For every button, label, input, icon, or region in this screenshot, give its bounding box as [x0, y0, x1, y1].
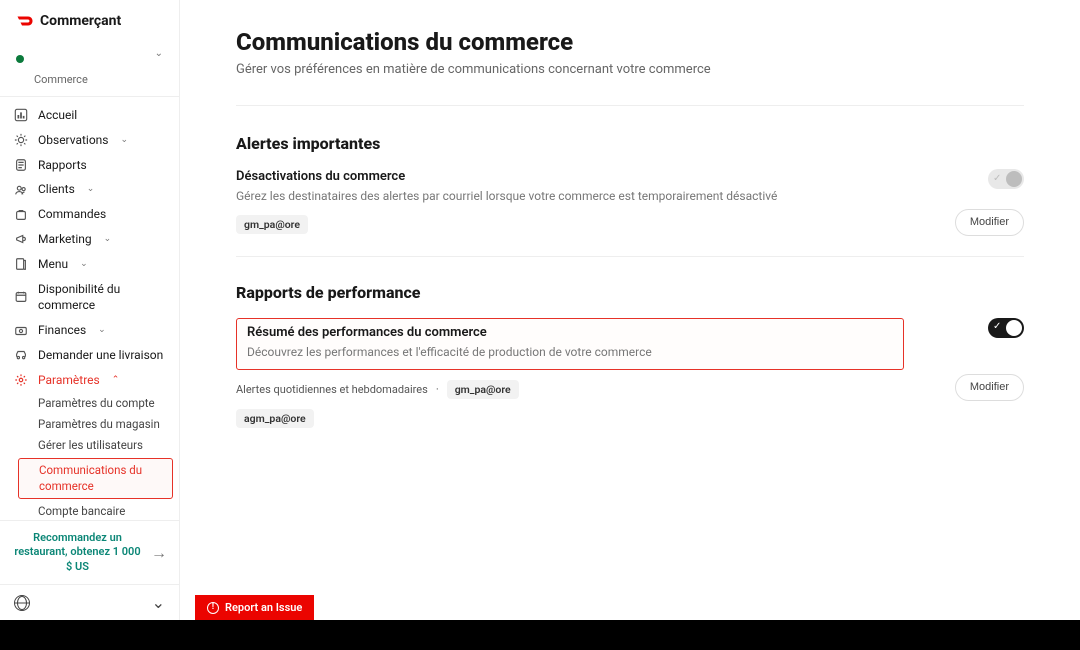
sidebar-item-availability[interactable]: Disponibilité du commerce [0, 277, 179, 319]
nav-label: Clients [38, 181, 75, 198]
referral-text: Recommandez un restaurant, obtenez 1 000… [12, 531, 143, 574]
nav-label: Commandes [38, 206, 106, 223]
chevron-down-icon: ⌄ [155, 48, 163, 59]
chevron-down-icon: ⌄ [104, 233, 112, 246]
finances-icon [14, 324, 28, 338]
email-chip: gm_pa@ore [236, 215, 308, 234]
page-subtitle: Gérer vos préférences en matière de comm… [236, 62, 1024, 77]
brand-logo-icon [16, 12, 34, 30]
separator: · [436, 383, 439, 396]
globe-icon [14, 595, 30, 611]
nav-scroll[interactable]: Accueil Observations ⌄ Rapports Clients … [0, 96, 179, 520]
nav-label: Rapports [38, 157, 87, 174]
check-icon: ✓ [993, 173, 1001, 184]
setting-store-deactivations: Désactivations du commerce Gérez les des… [236, 169, 1024, 205]
sidebar-item-observations[interactable]: Observations ⌄ [0, 128, 179, 153]
sidebar-sub-bank[interactable]: Compte bancaire [0, 501, 179, 521]
nav-label: Marketing [38, 231, 92, 248]
gear-icon [14, 373, 28, 387]
setting-performance-summary: Résumé des performances du commerce Déco… [236, 318, 1024, 370]
toggle-performance-summary[interactable]: ✓ [988, 318, 1024, 338]
toggle-knob [1006, 171, 1022, 187]
bulb-icon [14, 133, 28, 147]
setting-label: Résumé des performances du commerce [247, 325, 893, 340]
divider [236, 105, 1024, 106]
nav-label: Finances [38, 322, 86, 339]
section-title-performance: Rapports de performance [236, 283, 1024, 302]
sidebar-item-marketing[interactable]: Marketing ⌄ [0, 227, 179, 252]
chevron-up-icon: ⌃ [112, 374, 120, 387]
nav-label: Paramètres [38, 372, 100, 389]
report-issue-label: Report an Issue [225, 601, 302, 614]
org-selector[interactable]: ⌄ [0, 40, 179, 73]
sidebar-sub-users[interactable]: Gérer les utilisateurs [0, 435, 179, 456]
nav-label: Observations [38, 132, 108, 149]
email-chip: gm_pa@ore [447, 380, 519, 399]
toggle-knob [1006, 320, 1022, 336]
car-icon [14, 348, 28, 362]
chevron-down-icon: ⌄ [80, 258, 88, 271]
sidebar-item-orders[interactable]: Commandes [0, 202, 179, 227]
brand-name: Commerçant [40, 13, 121, 29]
check-icon: ✓ [993, 321, 1001, 332]
status-dot-icon [16, 55, 24, 63]
modify-button[interactable]: Modifier [955, 209, 1024, 236]
daily-alerts-label: Alertes quotidiennes et hebdomadaires [236, 383, 428, 396]
nav-label: Demander une livraison [38, 347, 163, 364]
sidebar-item-request-delivery[interactable]: Demander une livraison [0, 343, 179, 368]
sidebar-item-home[interactable]: Accueil [0, 103, 179, 128]
orders-icon [14, 208, 28, 222]
menu-icon [14, 257, 28, 271]
chevron-down-icon: ⌄ [87, 183, 95, 196]
arrow-right-icon: → [151, 543, 167, 563]
sidebar-sub-account[interactable]: Paramètres du compte [0, 393, 179, 414]
nav-label: Menu [38, 256, 68, 273]
calendar-icon [14, 290, 28, 304]
recipients-row-2: agm_pa@ore [236, 409, 1024, 428]
recipients-row: gm_pa@ore Modifier [236, 215, 1024, 234]
highlight-outline: Résumé des performances du commerce Déco… [236, 318, 904, 370]
alert-icon: ! [207, 602, 219, 614]
sidebar-item-menu[interactable]: Menu ⌄ [0, 252, 179, 277]
sidebar-item-reports[interactable]: Rapports [0, 153, 179, 178]
megaphone-icon [14, 232, 28, 246]
setting-desc: Gérez les destinataires des alertes par … [236, 188, 904, 205]
setting-desc: Découvrez les performances et l'efficaci… [247, 344, 893, 361]
modify-button[interactable]: Modifier [955, 374, 1024, 401]
section-title-alerts: Alertes importantes [236, 134, 1024, 153]
home-icon [14, 108, 28, 122]
report-issue-button[interactable]: ! Report an Issue [195, 595, 314, 620]
referral-banner[interactable]: Recommandez un restaurant, obtenez 1 000… [0, 520, 179, 584]
sidebar-item-clients[interactable]: Clients ⌄ [0, 177, 179, 202]
setting-label: Désactivations du commerce [236, 169, 904, 184]
page-title: Communications du commerce [236, 28, 1024, 56]
nav-label: Disponibilité du commerce [38, 281, 165, 315]
toggle-deactivations[interactable]: ✓ [988, 169, 1024, 189]
sidebar-item-settings[interactable]: Paramètres ⌃ [0, 368, 179, 393]
sidebar: Commerçant ⌄ Commerce Accueil Observatio… [0, 0, 180, 620]
main-content: Communications du commerce Gérer vos pré… [180, 0, 1080, 620]
sidebar-sub-store[interactable]: Paramètres du magasin [0, 414, 179, 435]
sidebar-sub-communications[interactable]: Communications du commerce [18, 458, 173, 498]
chevron-down-icon: ⌄ [98, 324, 106, 337]
chevron-down-icon: ⌄ [152, 593, 165, 612]
email-chip: agm_pa@ore [236, 409, 314, 428]
recipients-row: Alertes quotidiennes et hebdomadaires · … [236, 380, 1024, 399]
nav-label: Accueil [38, 107, 77, 124]
users-icon [14, 183, 28, 197]
chevron-down-icon: ⌄ [120, 134, 128, 147]
reports-icon [14, 158, 28, 172]
locale-selector[interactable]: ⌄ [0, 584, 179, 620]
divider [236, 256, 1024, 257]
org-label: Commerce [0, 73, 179, 96]
sidebar-item-finances[interactable]: Finances ⌄ [0, 318, 179, 343]
brand: Commerçant [0, 0, 179, 40]
